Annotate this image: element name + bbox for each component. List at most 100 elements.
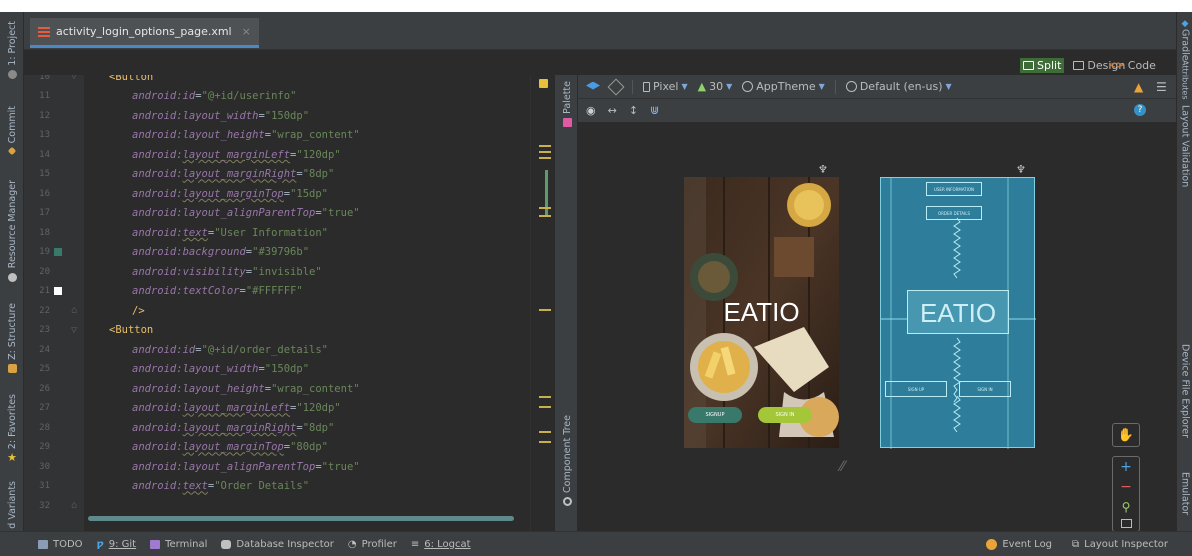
attributes-toggle-icon[interactable]: ☰ [1156,80,1167,94]
warning-indicator-icon[interactable] [539,79,548,88]
code-line[interactable]: 19 android:background="#39796b" [24,243,554,263]
terminal-tab[interactable]: Terminal [150,539,207,550]
vertical-resize-icon[interactable]: ↕ [629,104,638,117]
tool-tab-resource-manager[interactable]: Resource Manager [0,177,24,285]
database-inspector-tab[interactable]: Database Inspector [221,539,334,550]
blueprint-signup-button[interactable]: SIGN UP [885,381,947,397]
code-line[interactable]: 29 android:layout_marginTop="80dp" [24,438,554,458]
zoom-out-icon[interactable]: − [1120,480,1132,494]
code-editor[interactable]: 10 ▽ <Button 11 android:id="@+id/userinfo" 12… [24,75,554,531]
tool-tab-device-file-explorer[interactable]: Device File Explorer [1177,330,1192,452]
split-view-button[interactable]: Split [1020,57,1065,73]
logcat-tab[interactable]: ≡ 6: Logcat [411,539,471,550]
blueprint-signin-button[interactable]: SIGN IN [959,381,1011,397]
code-line[interactable]: 10 ▽ <Button [24,75,554,87]
color-swatch-icon[interactable] [54,248,62,257]
error-stripe-mark[interactable] [539,151,551,153]
error-stripe-mark[interactable] [539,406,551,408]
view-options-eye-icon[interactable]: ◉ [586,104,596,117]
git-tab[interactable]: ƿ 9: Git [97,539,137,550]
code-line[interactable]: 27 android:layout_marginLeft="120dp" [24,399,554,419]
tool-tab-attributes[interactable]: Attributes [1177,60,1192,100]
code-line[interactable]: 24 android:id="@+id/order_details" [24,340,554,360]
code-line[interactable]: 18 android:text="User Information" [24,223,554,243]
error-stripe-mark[interactable] [539,157,551,159]
fold-marker-icon[interactable]: ▽ [71,75,77,82]
fold-marker-icon[interactable]: ⌂ [71,500,77,511]
error-stripe-mark[interactable] [539,215,551,217]
todo-tab[interactable]: TODO [38,539,83,550]
blueprint-title-text[interactable]: EATIO [907,290,1009,334]
error-stripe-mark[interactable] [539,396,551,398]
tool-tab-gradle[interactable]: ◆ Gradle [1177,18,1192,62]
help-icon[interactable]: ? [1134,104,1146,116]
tool-tab-layout-validation[interactable]: Layout Validation [1177,90,1192,202]
profiler-tab[interactable]: ◔ Profiler [348,539,397,550]
code-line[interactable]: 11 android:id="@+id/userinfo" [24,87,554,107]
component-tree-tab[interactable]: Component Tree [555,415,579,506]
magnet-icon[interactable]: ⋓ [650,104,659,117]
tool-tab-commit[interactable]: Commit [0,100,24,160]
code-line[interactable]: 13 android:layout_height="wrap_content" [24,126,554,146]
api-dropdown[interactable]: ▲ 30 ▼ [698,80,733,93]
error-stripe-mark[interactable] [539,145,551,147]
event-log-tab[interactable]: Event Log [986,538,1052,550]
fold-marker-icon[interactable]: ⌂ [71,305,77,316]
locale-dropdown[interactable]: Default (en-us) ▼ [845,80,952,93]
pan-button[interactable]: ✋ [1112,423,1140,447]
error-stripe-mark[interactable] [539,431,551,433]
code-line[interactable]: 26 android:layout_height="wrap_content" [24,379,554,399]
code-line[interactable]: 32 ⌂ [24,496,554,516]
code-line[interactable]: 22 ⌂ /> [24,301,554,321]
wrench-icon[interactable]: ♆ [1016,163,1026,176]
signin-button[interactable]: SIGN IN [758,407,812,423]
close-tab-icon[interactable]: × [242,25,251,38]
code-line[interactable]: 16 android:layout_marginTop="15dp" [24,184,554,204]
code-line[interactable]: 25 android:layout_width="150dp" [24,360,554,380]
code-line[interactable]: 14 android:layout_marginLeft="120dp" [24,145,554,165]
color-swatch-icon[interactable] [54,287,62,296]
layers-icon[interactable] [586,81,600,90]
blueprint-userinfo-button[interactable]: USER INFORMATION [926,182,982,196]
blueprint-preview[interactable]: USER INFORMATION ORDER DETAILS EATIO SIG… [880,177,1036,449]
design-canvas[interactable]: ♆ ♆ EATIO SIGNUP SIGN IN USER INFORMATIO… [578,123,1176,532]
theme-dropdown[interactable]: AppTheme ▼ [742,80,825,93]
tool-tab-build-variants[interactable]: d Variants [0,481,24,529]
code-line[interactable]: 12 android:layout_width="150dp" [24,106,554,126]
error-stripe-mark[interactable] [545,170,548,216]
tool-tab-emulator[interactable]: Emulator [1177,460,1192,528]
error-stripe-mark[interactable] [539,441,551,443]
error-stripe-mark[interactable] [539,207,551,209]
error-stripe-mark[interactable] [539,309,551,311]
fold-marker-icon[interactable]: ▽ [71,325,77,336]
code-view-button[interactable]: <> Code [1105,58,1159,73]
actual-size-icon[interactable] [1120,518,1132,528]
zoom-to-fit-icon[interactable]: ⚲ [1122,501,1131,513]
code-line[interactable]: 20 android:visibility="invisible" [24,262,554,282]
code-line[interactable]: 17 android:layout_alignParentTop="true" [24,204,554,224]
code-line[interactable]: 21 android:textColor="#FFFFFF" [24,282,554,302]
zoom-in-icon[interactable]: + [1120,460,1132,474]
layout-inspector-label: Layout Inspector [1084,538,1168,550]
signup-button[interactable]: SIGNUP [688,407,742,423]
blueprint-order-details-button[interactable]: ORDER DETAILS [926,206,982,220]
layout-inspector-tab[interactable]: ⧉ Layout Inspector [1072,539,1168,550]
wrench-icon[interactable]: ♆ [818,163,828,176]
editor-tab-activity-login[interactable]: activity_login_options_page.xml × [30,18,259,48]
tool-tab-structure[interactable]: Z: Structure [0,302,24,374]
code-line[interactable]: 15 android:layout_marginRight="8dp" [24,165,554,185]
code-line[interactable]: 28 android:layout_marginRight="8dp" [24,418,554,438]
device-dropdown[interactable]: Pixel ▼ [643,80,688,93]
palette-tab[interactable]: Palette [555,81,579,127]
code-line[interactable]: 31 android:text="Order Details" [24,477,554,497]
tool-tab-project[interactable]: 1: Project [0,16,24,84]
resize-handle-icon[interactable]: ⁄⁄ [840,459,845,475]
code-line[interactable]: 30 android:layout_alignParentTop="true" [24,457,554,477]
design-preview[interactable]: EATIO SIGNUP SIGN IN [684,177,839,448]
horizontal-scrollbar[interactable] [88,516,514,521]
warning-icon[interactable]: ▲ [1134,80,1143,94]
horizontal-resize-icon[interactable]: ↔ [608,104,617,117]
blueprint-toggle-icon[interactable] [607,78,625,95]
code-line[interactable]: 23 ▽ <Button [24,321,554,341]
tool-tab-favorites[interactable]: 2: Favorites ★ [0,390,24,468]
